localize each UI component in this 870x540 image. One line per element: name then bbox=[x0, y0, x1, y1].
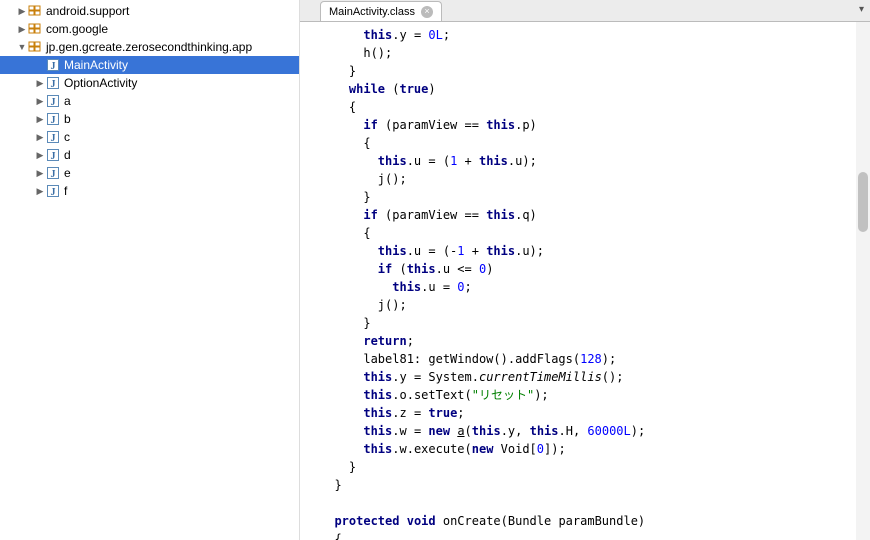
code-line: } bbox=[320, 62, 870, 80]
code-line: this.w.execute(new Void[0]); bbox=[320, 440, 870, 458]
tree-item-a[interactable]: ▶ Ja bbox=[0, 92, 299, 110]
class-file-icon: J bbox=[46, 184, 60, 198]
disclosure-arrow-icon[interactable]: ▶ bbox=[34, 114, 46, 125]
disclosure-arrow-icon[interactable]: ▶ bbox=[34, 96, 46, 107]
code-line: this.o.setText("リセット"); bbox=[320, 386, 870, 404]
disclosure-arrow-icon[interactable]: ▼ bbox=[16, 42, 28, 52]
code-line: this.y = 0L; bbox=[320, 26, 870, 44]
editor-area: MainActivity.class × ▾ this.y = 0L; h();… bbox=[300, 0, 870, 540]
scrollbar-thumb[interactable] bbox=[858, 172, 868, 232]
code-line bbox=[320, 494, 870, 512]
tree-item-label: com.google bbox=[46, 22, 108, 36]
package-icon bbox=[28, 5, 42, 17]
tree-item-b[interactable]: ▶ Jb bbox=[0, 110, 299, 128]
code-line: h(); bbox=[320, 44, 870, 62]
tree-item-android-support[interactable]: ▶ android.support bbox=[0, 2, 299, 20]
tree-item-label: d bbox=[64, 148, 71, 162]
tree-item-c[interactable]: ▶ Jc bbox=[0, 128, 299, 146]
code-line: if (this.u <= 0) bbox=[320, 260, 870, 278]
code-line: { bbox=[320, 530, 870, 540]
code-editor[interactable]: this.y = 0L; h(); } while (true) { if (p… bbox=[300, 22, 870, 540]
code-line: this.u = (-1 + this.u); bbox=[320, 242, 870, 260]
close-icon[interactable]: × bbox=[421, 6, 433, 18]
disclosure-arrow-icon[interactable]: ▶ bbox=[34, 186, 46, 197]
tree-item-label: f bbox=[64, 184, 67, 198]
class-file-icon: J bbox=[46, 112, 60, 126]
code-line: j(); bbox=[320, 170, 870, 188]
svg-text:J: J bbox=[51, 115, 56, 126]
svg-text:J: J bbox=[51, 187, 56, 198]
class-file-icon: J bbox=[46, 148, 60, 162]
code-line: return; bbox=[320, 332, 870, 350]
code-line: } bbox=[320, 458, 870, 476]
dropdown-icon[interactable]: ▾ bbox=[859, 4, 864, 15]
tree-item-jp-gen-gcreate-zerosecondthinking-app[interactable]: ▼ jp.gen.gcreate.zerosecondthinking.app bbox=[0, 38, 299, 56]
svg-text:J: J bbox=[51, 61, 56, 72]
tree-item-label: e bbox=[64, 166, 71, 180]
vertical-scrollbar[interactable] bbox=[856, 22, 870, 540]
disclosure-arrow-icon[interactable]: ▶ bbox=[34, 168, 46, 179]
tab-label: MainActivity.class bbox=[329, 6, 415, 18]
tree-item-label: android.support bbox=[46, 4, 129, 18]
code-line: } bbox=[320, 314, 870, 332]
code-line: label81: getWindow().addFlags(128); bbox=[320, 350, 870, 368]
package-icon bbox=[28, 41, 42, 53]
tree-item-mainactivity[interactable]: J MainActivity bbox=[0, 56, 299, 74]
class-file-icon: J bbox=[46, 76, 60, 90]
disclosure-arrow-icon[interactable]: ▶ bbox=[16, 24, 28, 35]
tree-item-com-google[interactable]: ▶ com.google bbox=[0, 20, 299, 38]
code-line: protected void onCreate(Bundle paramBund… bbox=[320, 512, 870, 530]
code-line: j(); bbox=[320, 296, 870, 314]
class-file-icon: J bbox=[46, 94, 60, 108]
class-file-icon: J bbox=[46, 58, 60, 72]
svg-text:J: J bbox=[51, 97, 56, 108]
tree-item-label: a bbox=[64, 94, 71, 108]
class-file-icon: J bbox=[46, 130, 60, 144]
code-line: this.w = new a(this.y, this.H, 60000L); bbox=[320, 422, 870, 440]
svg-text:J: J bbox=[51, 133, 56, 144]
tree-item-label: MainActivity bbox=[64, 58, 128, 72]
code-line: { bbox=[320, 224, 870, 242]
tree-item-e[interactable]: ▶ Je bbox=[0, 164, 299, 182]
svg-text:J: J bbox=[51, 151, 56, 162]
package-icon bbox=[28, 23, 42, 35]
tree-item-label: jp.gen.gcreate.zerosecondthinking.app bbox=[46, 40, 252, 54]
disclosure-arrow-icon[interactable]: ▶ bbox=[16, 6, 28, 17]
code-line: this.z = true; bbox=[320, 404, 870, 422]
disclosure-arrow-icon[interactable]: ▶ bbox=[34, 132, 46, 143]
code-line: { bbox=[320, 98, 870, 116]
svg-text:J: J bbox=[51, 79, 56, 90]
svg-text:J: J bbox=[51, 169, 56, 180]
code-line: } bbox=[320, 476, 870, 494]
disclosure-arrow-icon[interactable]: ▶ bbox=[34, 150, 46, 161]
code-line: this.y = System.currentTimeMillis(); bbox=[320, 368, 870, 386]
tree-item-label: b bbox=[64, 112, 71, 126]
disclosure-arrow-icon[interactable]: ▶ bbox=[34, 78, 46, 89]
code-line: { bbox=[320, 134, 870, 152]
code-line: if (paramView == this.q) bbox=[320, 206, 870, 224]
code-line: this.u = 0; bbox=[320, 278, 870, 296]
tree-item-d[interactable]: ▶ Jd bbox=[0, 146, 299, 164]
class-file-icon: J bbox=[46, 166, 60, 180]
code-line: while (true) bbox=[320, 80, 870, 98]
project-tree: ▶ android.support ▶ com.google ▼ jp.gen.gcrea… bbox=[0, 0, 300, 540]
editor-tabbar: MainActivity.class × ▾ bbox=[300, 0, 870, 22]
tree-item-label: OptionActivity bbox=[64, 76, 137, 90]
tree-item-f[interactable]: ▶ Jf bbox=[0, 182, 299, 200]
tree-item-label: c bbox=[64, 130, 70, 144]
code-line: } bbox=[320, 188, 870, 206]
code-line: if (paramView == this.p) bbox=[320, 116, 870, 134]
tab-mainactivity[interactable]: MainActivity.class × bbox=[320, 1, 442, 21]
tree-item-optionactivity[interactable]: ▶ J OptionActivity bbox=[0, 74, 299, 92]
code-line: this.u = (1 + this.u); bbox=[320, 152, 870, 170]
